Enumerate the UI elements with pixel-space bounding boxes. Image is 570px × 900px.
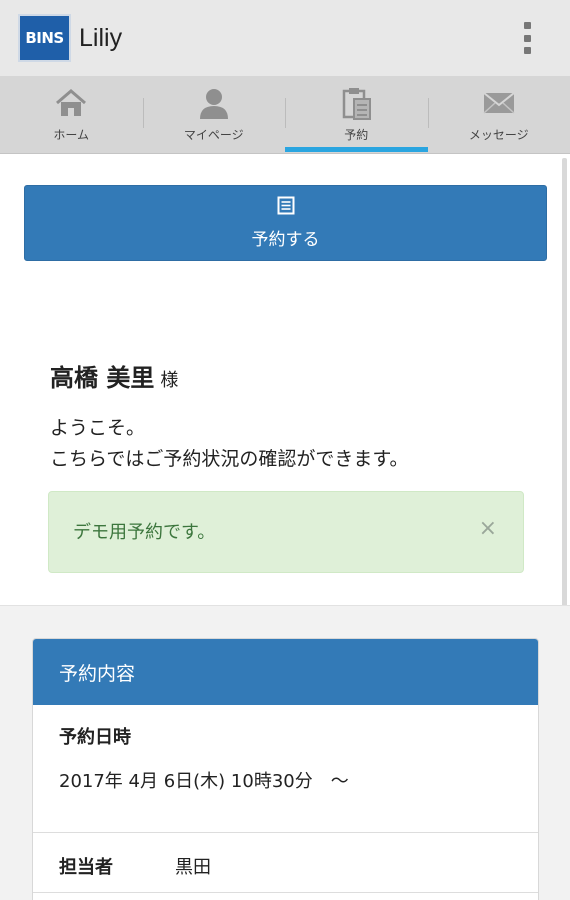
home-icon — [54, 86, 88, 120]
staff-value: 黒田 — [175, 857, 211, 878]
datetime-label: 予約日時 — [59, 727, 131, 748]
tab-label: マイページ — [183, 128, 244, 142]
overflow-menu-icon[interactable] — [522, 22, 532, 54]
list-icon — [277, 196, 295, 219]
staff-label: 担当者 — [59, 857, 113, 878]
tab-mypage[interactable]: マイページ — [142, 76, 286, 153]
panel-title: 予約内容 — [59, 662, 136, 685]
envelope-icon — [482, 86, 516, 120]
person-icon — [197, 86, 231, 120]
tab-label: ホーム — [53, 128, 90, 142]
honorific: 様 — [160, 370, 179, 391]
bins-logo: BINS — [18, 14, 71, 62]
staff-row: 担当者 黒田 — [33, 833, 538, 893]
tab-bar: ホーム マイページ 予約 メッセージ — [0, 76, 570, 154]
reservation-panel: 予約内容 予約日時 2017年 4月 6日(木) 10時30分 ～ 担当者 黒田 — [32, 638, 539, 900]
datetime-value: 2017年 4月 6日(木) 10時30分 ～ — [59, 771, 349, 792]
scrollbar[interactable] — [562, 158, 567, 648]
user-name: 高橋 美里様 — [50, 358, 178, 393]
app-title: Liliy — [79, 23, 123, 52]
logo-text: BINS — [25, 29, 64, 47]
tab-label: メッセージ — [468, 128, 529, 142]
demo-alert: デモ用予約です。 × — [48, 491, 524, 573]
alert-message: デモ用予約です。 — [73, 522, 216, 543]
welcome-line-2: こちらではご予約状況の確認ができます。 — [50, 448, 409, 470]
clipboard-icon — [340, 86, 372, 120]
user-name-text: 高橋 美里 — [50, 364, 155, 392]
reservation-section: 予約内容 予約日時 2017年 4月 6日(木) 10時30分 ～ 担当者 黒田 — [0, 605, 570, 900]
close-icon[interactable]: × — [479, 516, 497, 541]
welcome-message: ようこそ。 こちらではご予約状況の確認ができます。 — [50, 413, 409, 475]
reserve-button[interactable]: 予約する — [24, 185, 547, 261]
app-bar: BINS Liliy — [0, 0, 570, 76]
welcome-line-1: ようこそ。 — [50, 417, 146, 439]
tab-messages[interactable]: メッセージ — [427, 76, 570, 153]
reserve-button-label: 予約する — [251, 230, 320, 250]
tab-home[interactable]: ホーム — [0, 76, 143, 153]
panel-header: 予約内容 — [33, 639, 538, 705]
tab-label: 予約 — [344, 128, 369, 142]
tab-reservation[interactable]: 予約 — [285, 76, 428, 153]
datetime-row: 予約日時 2017年 4月 6日(木) 10時30分 ～ — [33, 705, 538, 833]
